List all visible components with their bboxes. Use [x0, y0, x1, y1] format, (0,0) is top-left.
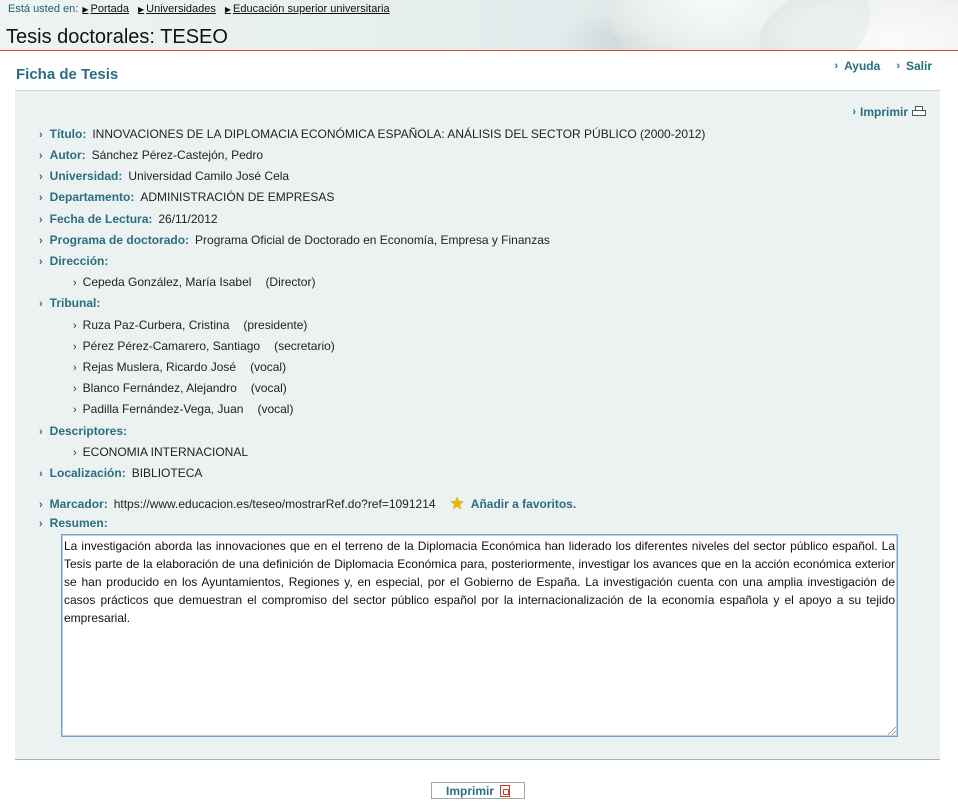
chevron-right-icon: ›	[73, 362, 77, 374]
person-name: Cepeda González, María Isabel	[82, 275, 252, 289]
abstract-text: La investigación aborda las innovaciones…	[64, 539, 895, 625]
person-name: Ruza Paz-Curbera, Cristina	[82, 318, 230, 332]
field-label: Resumen:	[49, 516, 108, 530]
field-departamento: › Departamento: ADMINISTRACIÓN DE EMPRES…	[39, 190, 334, 204]
field-direccion: › Dirección:	[39, 254, 114, 268]
chevron-right-icon: ›	[39, 426, 43, 438]
star-icon[interactable]: ★	[450, 494, 465, 514]
list-item: › Blanco Fernández, Alejandro (vocal)	[73, 381, 287, 395]
person-role: (vocal)	[257, 402, 294, 416]
triangle-right-icon: ▶	[82, 4, 89, 14]
field-titulo: › Título: INNOVACIONES DE LA DIPLOMACIA …	[39, 127, 705, 141]
chevron-right-icon: ›	[39, 499, 43, 511]
field-fecha-lectura: › Fecha de Lectura: 26/11/2012	[39, 212, 218, 226]
chevron-right-icon: ›	[39, 518, 43, 530]
list-item: › Padilla Fernández-Vega, Juan (vocal)	[73, 402, 293, 416]
chevron-right-icon: ›	[39, 129, 43, 141]
list-item: › ECONOMIA INTERNACIONAL	[73, 445, 248, 459]
field-label: Marcador:	[49, 497, 108, 511]
field-label: Localización:	[49, 466, 126, 480]
bookmark-url: https://www.educacion.es/teseo/mostrarRe…	[113, 497, 436, 511]
field-value: Programa Oficial de Doctorado en Economí…	[195, 233, 550, 247]
list-item: › Rejas Muslera, Ricardo José (vocal)	[73, 360, 286, 374]
print-button[interactable]: Imprimir	[431, 782, 525, 799]
print-link-top[interactable]: › Imprimir	[852, 105, 926, 119]
chevron-right-icon: ›	[39, 298, 43, 310]
field-label: Fecha de Lectura:	[49, 212, 153, 226]
person-role: (vocal)	[250, 360, 287, 374]
field-value: Sánchez Pérez-Castejón, Pedro	[91, 148, 264, 162]
field-label: Dirección:	[49, 254, 109, 268]
breadcrumb-link-educacion-superior[interactable]: ▶ Educación superior universitaria	[225, 3, 390, 15]
person-role: (presidente)	[243, 318, 308, 332]
field-programa: › Programa de doctorado: Programa Oficia…	[39, 233, 550, 247]
thesis-record-panel: › Imprimir › Título: INNOVACIONES DE LA …	[15, 90, 940, 760]
field-localizacion: › Localización: BIBLIOTECA	[39, 466, 202, 480]
field-label: Título:	[49, 127, 87, 141]
field-resumen: › Resumen:	[39, 516, 114, 530]
field-label: Departamento:	[49, 190, 135, 204]
triangle-right-icon: ▶	[138, 4, 145, 14]
field-value: BIBLIOTECA	[131, 466, 203, 480]
printer-icon	[912, 106, 926, 118]
chevron-right-icon: ›	[73, 320, 77, 332]
field-label: Autor:	[49, 148, 86, 162]
add-to-favorites-link[interactable]: Añadir a favoritos.	[471, 497, 576, 511]
field-value: Universidad Camilo José Cela	[128, 169, 290, 183]
chevron-right-icon: ›	[896, 60, 900, 72]
chevron-right-icon: ›	[834, 60, 839, 72]
descriptor-value: ECONOMIA INTERNACIONAL	[82, 445, 249, 459]
section-title: Ficha de Tesis	[16, 66, 119, 83]
pdf-icon	[500, 784, 510, 797]
list-item: › Ruza Paz-Curbera, Cristina (presidente…	[73, 318, 307, 332]
field-descriptores: › Descriptores:	[39, 424, 133, 438]
field-value: 26/11/2012	[158, 212, 218, 226]
site-header: Está usted en: ▶ Portada ▶ Universidades ▶…	[0, 0, 958, 51]
chevron-right-icon: ›	[39, 468, 43, 480]
chevron-right-icon: ›	[39, 256, 43, 268]
list-item: › Cepeda González, María Isabel (Directo…	[73, 275, 315, 289]
field-autor: › Autor: Sánchez Pérez-Castejón, Pedro	[39, 148, 263, 162]
chevron-right-icon: ›	[39, 192, 43, 204]
field-label: Tribunal:	[49, 296, 101, 310]
resize-handle-icon[interactable]	[888, 727, 896, 735]
chevron-right-icon: ›	[39, 235, 43, 247]
person-name: Rejas Muslera, Ricardo José	[82, 360, 237, 374]
chevron-right-icon: ›	[39, 214, 43, 226]
breadcrumb-link-portada[interactable]: ▶ Portada	[82, 3, 129, 15]
person-name: Blanco Fernández, Alejandro	[82, 381, 237, 395]
person-name: Padilla Fernández-Vega, Juan	[82, 402, 244, 416]
chevron-right-icon: ›	[73, 341, 77, 353]
person-role: (secretario)	[274, 339, 335, 353]
person-role: (Director)	[265, 275, 316, 289]
person-name: Pérez Pérez-Camarero, Santiago	[82, 339, 261, 353]
chevron-right-icon: ›	[852, 106, 856, 118]
page-title: Tesis doctorales: TESEO	[6, 26, 228, 48]
chevron-right-icon: ›	[73, 404, 77, 416]
field-tribunal: › Tribunal:	[39, 296, 106, 310]
chevron-right-icon: ›	[73, 383, 77, 395]
field-universidad: › Universidad: Universidad Camilo José C…	[39, 169, 289, 183]
field-label: Programa de doctorado:	[49, 233, 190, 247]
field-label: Descriptores:	[49, 424, 128, 438]
header-decoration	[760, 0, 958, 50]
chevron-right-icon: ›	[73, 447, 77, 459]
breadcrumb-prefix: Está usted en:	[8, 3, 79, 15]
chevron-right-icon: ›	[39, 150, 43, 162]
breadcrumb-link-universidades[interactable]: ▶ Universidades	[138, 3, 216, 15]
breadcrumb: Está usted en: ▶ Portada ▶ Universidades ▶…	[8, 3, 395, 15]
triangle-right-icon: ▶	[224, 4, 232, 14]
abstract-textarea[interactable]: La investigación aborda las innovaciones…	[61, 534, 898, 737]
chevron-right-icon: ›	[73, 277, 77, 289]
field-marcador: › Marcador: https://www.educacion.es/tes…	[39, 493, 576, 513]
chevron-right-icon: ›	[39, 171, 43, 183]
field-label: Universidad:	[49, 169, 123, 183]
top-links: › Ayuda › Salir	[834, 59, 932, 73]
help-link[interactable]: › Ayuda	[834, 59, 880, 73]
list-item: › Pérez Pérez-Camarero, Santiago (secret…	[73, 339, 335, 353]
field-value: INNOVACIONES DE LA DIPLOMACIA ECONÓMICA …	[92, 127, 706, 141]
field-value: ADMINISTRACIÓN DE EMPRESAS	[140, 190, 335, 204]
exit-link[interactable]: › Salir	[896, 59, 932, 73]
person-role: (vocal)	[250, 381, 287, 395]
